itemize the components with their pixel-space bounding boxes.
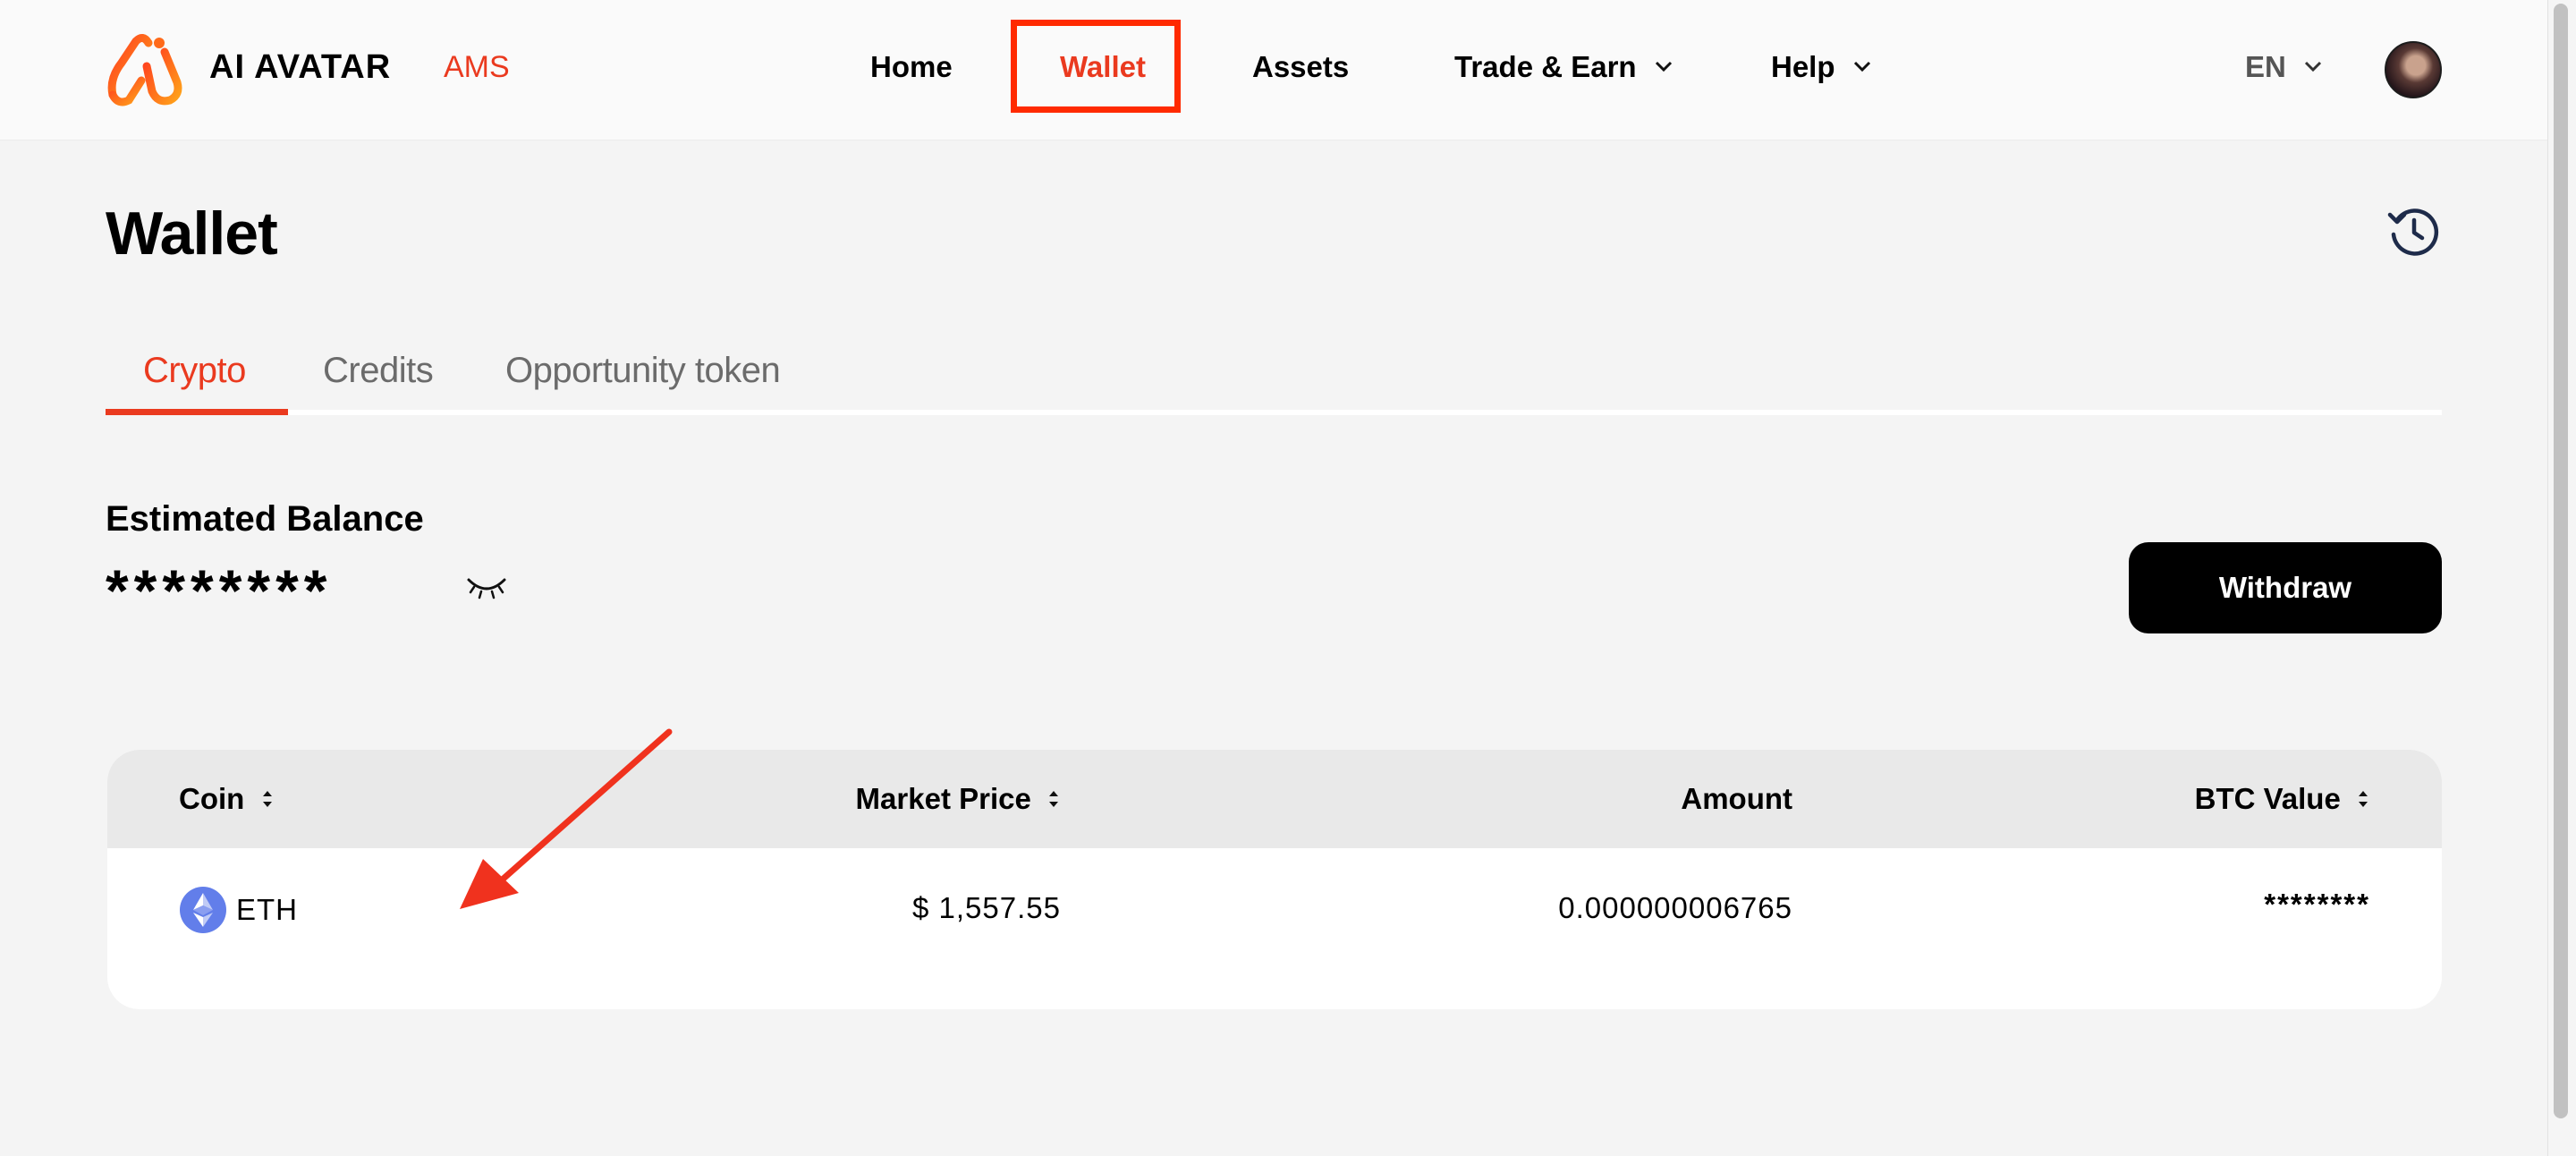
nav-assets[interactable]: Assets	[1252, 50, 1349, 84]
withdraw-button[interactable]: Withdraw	[2129, 542, 2442, 633]
nav-home[interactable]: Home	[870, 50, 953, 84]
nav-trade-earn-label: Trade & Earn	[1454, 50, 1637, 83]
tab-crypto[interactable]: Crypto	[143, 351, 246, 391]
estimated-balance-label: Estimated Balance	[106, 499, 424, 539]
nav-trade-earn[interactable]: Trade & Earn	[1454, 50, 1674, 84]
eth-icon	[180, 887, 226, 933]
sort-icon	[262, 791, 272, 808]
eye-closed-icon[interactable]	[465, 573, 508, 603]
cell-coin: ETH	[179, 886, 298, 934]
scrollbar-thumb[interactable]	[2554, 4, 2568, 1118]
cell-market-price: $ 1,557.55	[912, 891, 1061, 924]
language-label: EN	[2245, 50, 2286, 83]
language-selector[interactable]: EN	[2245, 50, 2323, 84]
top-nav-bar: AI AVATAR AMS Home Wallet Assets Trade &…	[0, 0, 2547, 140]
sort-icon	[2359, 791, 2368, 808]
column-header-btc-value[interactable]: BTC Value	[2195, 782, 2370, 816]
column-header-btc-label: BTC Value	[2194, 782, 2341, 815]
column-header-amount: Amount	[1681, 782, 1792, 815]
nav-help-label: Help	[1771, 50, 1835, 83]
history-icon[interactable]	[2386, 204, 2442, 259]
active-tab-indicator	[106, 409, 288, 415]
sort-icon	[1049, 791, 1058, 808]
cell-amount: 0.000000006765	[1558, 891, 1792, 924]
nav-help[interactable]: Help	[1771, 50, 1872, 84]
chevron-down-icon	[1655, 62, 1672, 72]
column-header-market-price[interactable]: Market Price	[856, 782, 1061, 816]
cell-btc-value: ********	[2264, 888, 2370, 921]
tab-credits[interactable]: Credits	[323, 351, 434, 391]
column-header-coin-label: Coin	[179, 782, 245, 815]
chevron-down-icon	[1853, 62, 1870, 72]
avatar[interactable]	[2385, 41, 2442, 98]
column-header-coin[interactable]: Coin	[179, 782, 275, 816]
tabs-divider	[106, 410, 2442, 415]
brand-suffix[interactable]: AMS	[444, 50, 510, 85]
annotation-arrow	[460, 728, 673, 909]
logo-icon[interactable]	[106, 32, 184, 107]
tab-opportunity-token[interactable]: Opportunity token	[505, 351, 781, 391]
page-title: Wallet	[106, 200, 278, 268]
estimated-balance-value: ********	[106, 557, 333, 624]
chevron-down-icon	[2304, 62, 2322, 72]
column-header-price-label: Market Price	[855, 782, 1031, 815]
highlight-box	[1011, 20, 1181, 113]
brand-name[interactable]: AI AVATAR	[209, 48, 391, 87]
coin-name: ETH	[236, 893, 298, 926]
